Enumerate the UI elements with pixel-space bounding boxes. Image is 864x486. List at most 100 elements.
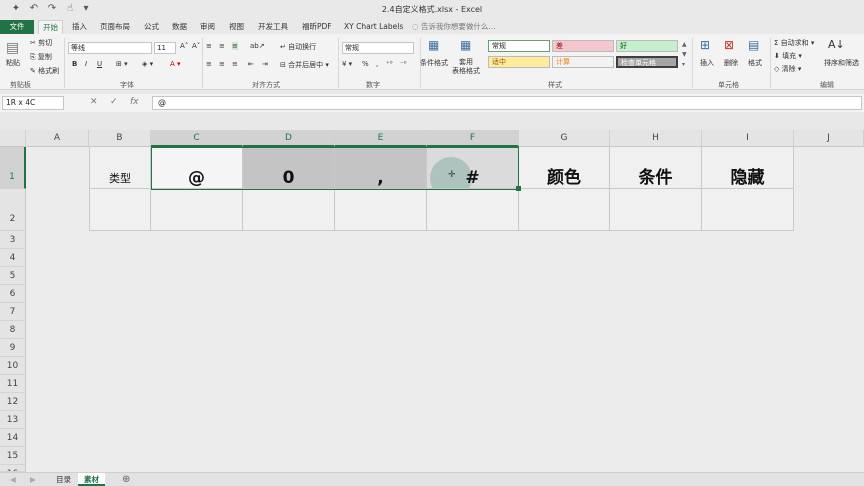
row-header[interactable]: 4	[0, 249, 26, 267]
sheet-tab[interactable]: 目录	[50, 473, 77, 486]
cut-button[interactable]: ✂ 剪切	[30, 38, 52, 48]
cell-e2[interactable]	[335, 189, 427, 231]
row-header[interactable]: 7	[0, 303, 26, 321]
paste-icon[interactable]: ▤	[6, 40, 19, 56]
row-header[interactable]: 12	[0, 393, 26, 411]
decrease-decimal-icon[interactable]: ⁻⁰	[400, 60, 407, 68]
insert-function-icon[interactable]: fx	[130, 97, 139, 107]
row-header[interactable]: 11	[0, 375, 26, 393]
row-header[interactable]: 9	[0, 339, 26, 357]
align-bottom-icon[interactable]: ≡	[232, 42, 238, 50]
sheet-tab-active[interactable]: 素材	[78, 473, 105, 486]
row-header[interactable]: 3	[0, 231, 26, 249]
cell-h1[interactable]: 条件	[610, 147, 702, 189]
table-format-icon[interactable]: ▦	[460, 38, 471, 52]
tab-data[interactable]: 数据	[168, 20, 191, 34]
column-header[interactable]: E	[335, 130, 427, 147]
cell-b2[interactable]	[89, 189, 151, 231]
column-header[interactable]: D	[243, 130, 335, 147]
cell-g1[interactable]: 颜色	[519, 147, 610, 189]
row-header[interactable]: 2	[0, 189, 26, 231]
bold-button[interactable]: B	[72, 60, 77, 68]
delete-cells-button[interactable]: 删除	[724, 58, 738, 68]
tab-home[interactable]: 开始	[38, 20, 63, 34]
row-header[interactable]: 16	[0, 465, 26, 472]
row-header[interactable]: 8	[0, 321, 26, 339]
tab-page-layout[interactable]: 页面布局	[96, 20, 134, 34]
column-header[interactable]: G	[519, 130, 610, 147]
row-header[interactable]: 5	[0, 267, 26, 285]
underline-button[interactable]: U	[97, 60, 102, 68]
cell-d2[interactable]	[243, 189, 335, 231]
percent-icon[interactable]: %	[362, 60, 369, 68]
merge-center-button[interactable]: ⊟ 合并后居中 ▾	[280, 60, 329, 70]
copy-button[interactable]: ⎘ 复制	[30, 52, 52, 62]
column-header[interactable]: C	[151, 130, 243, 147]
tab-xy-chart-labels[interactable]: XY Chart Labels	[340, 20, 407, 34]
row-header[interactable]: 10	[0, 357, 26, 375]
cell-b1[interactable]: 类型	[89, 147, 151, 189]
insert-cells-icon[interactable]: ⊞	[700, 38, 710, 52]
row-header[interactable]: 13	[0, 411, 26, 429]
format-cells-button[interactable]: 格式	[748, 58, 762, 68]
column-header[interactable]: H	[610, 130, 702, 147]
format-painter-button[interactable]: ✎ 格式刷	[30, 66, 59, 76]
next-sheet-icon[interactable]: ▶	[24, 473, 42, 486]
enter-icon[interactable]: ✓	[110, 97, 118, 107]
style-normal[interactable]: 常规	[488, 40, 550, 52]
fill-button[interactable]: ⬇ 填充 ▾	[774, 51, 802, 61]
cell-h2[interactable]	[610, 189, 702, 231]
tab-formulas[interactable]: 公式	[140, 20, 163, 34]
font-size-select[interactable]: 11	[154, 42, 176, 54]
tab-foxit-pdf[interactable]: 福昕PDF	[298, 20, 336, 34]
sort-filter-button[interactable]: 排序和筛选	[824, 58, 859, 68]
increase-indent-icon[interactable]: ⇥	[262, 60, 268, 68]
tab-developer[interactable]: 开发工具	[254, 20, 292, 34]
tab-file[interactable]: 文件	[0, 20, 34, 34]
wrap-text-button[interactable]: ↵ 自动换行	[280, 42, 316, 52]
number-format-select[interactable]: 常规	[342, 42, 414, 54]
row-header[interactable]: 6	[0, 285, 26, 303]
decrease-indent-icon[interactable]: ⇤	[248, 60, 254, 68]
align-right-icon[interactable]: ≡	[232, 60, 238, 68]
row-header[interactable]: 1	[0, 147, 26, 189]
currency-icon[interactable]: ¥ ▾	[342, 60, 352, 68]
orientation-icon[interactable]: ab↗	[250, 42, 265, 50]
insert-cells-button[interactable]: 插入	[700, 58, 714, 68]
tab-review[interactable]: 审阅	[196, 20, 219, 34]
align-middle-icon[interactable]: ≡	[219, 42, 225, 50]
style-calculation[interactable]: 计算	[552, 56, 614, 68]
autosum-button[interactable]: Σ 自动求和 ▾	[774, 38, 814, 48]
paste-button[interactable]: 粘贴	[6, 58, 20, 68]
style-bad[interactable]: 差	[552, 40, 614, 52]
font-name-select[interactable]: 等线	[68, 42, 152, 54]
column-header[interactable]: F	[427, 130, 519, 147]
conditional-format-button[interactable]: 条件格式	[420, 58, 448, 68]
fill-handle[interactable]	[516, 186, 521, 191]
cell-g2[interactable]	[519, 189, 610, 231]
column-header[interactable]: I	[702, 130, 794, 147]
cell-c2[interactable]	[151, 189, 243, 231]
align-left-icon[interactable]: ≡	[206, 60, 212, 68]
cancel-icon[interactable]: ✕	[90, 97, 98, 107]
column-header[interactable]: A	[26, 130, 89, 147]
style-check-cell[interactable]: 检查单元格	[616, 56, 678, 68]
style-neutral[interactable]: 适中	[488, 56, 550, 68]
delete-cells-icon[interactable]: ⊠	[724, 38, 734, 52]
row-header[interactable]: 14	[0, 429, 26, 447]
font-color-icon[interactable]: A ▾	[170, 60, 181, 68]
worksheet-grid[interactable]: A B C D E F G H I J 1 2 3 4 5 6 7 8 9 10…	[0, 130, 864, 472]
fill-color-icon[interactable]: ◈ ▾	[142, 60, 153, 68]
align-center-icon[interactable]: ≡	[219, 60, 225, 68]
select-all-corner[interactable]	[0, 130, 26, 147]
prev-sheet-icon[interactable]: ◀	[4, 473, 22, 486]
styles-scroll-icon[interactable]: ▲ ▼ ▾	[682, 40, 687, 70]
tab-insert[interactable]: 插入	[68, 20, 91, 34]
cell-f2[interactable]	[427, 189, 519, 231]
increase-decimal-icon[interactable]: ⁺⁰	[386, 60, 393, 68]
italic-button[interactable]: I	[85, 60, 87, 68]
name-box[interactable]: 1R x 4C	[2, 96, 64, 110]
sort-filter-icon[interactable]: A↓	[828, 38, 845, 51]
align-top-icon[interactable]: ≡	[206, 42, 212, 50]
table-format-button[interactable]: 套用 表格格式	[452, 58, 480, 76]
